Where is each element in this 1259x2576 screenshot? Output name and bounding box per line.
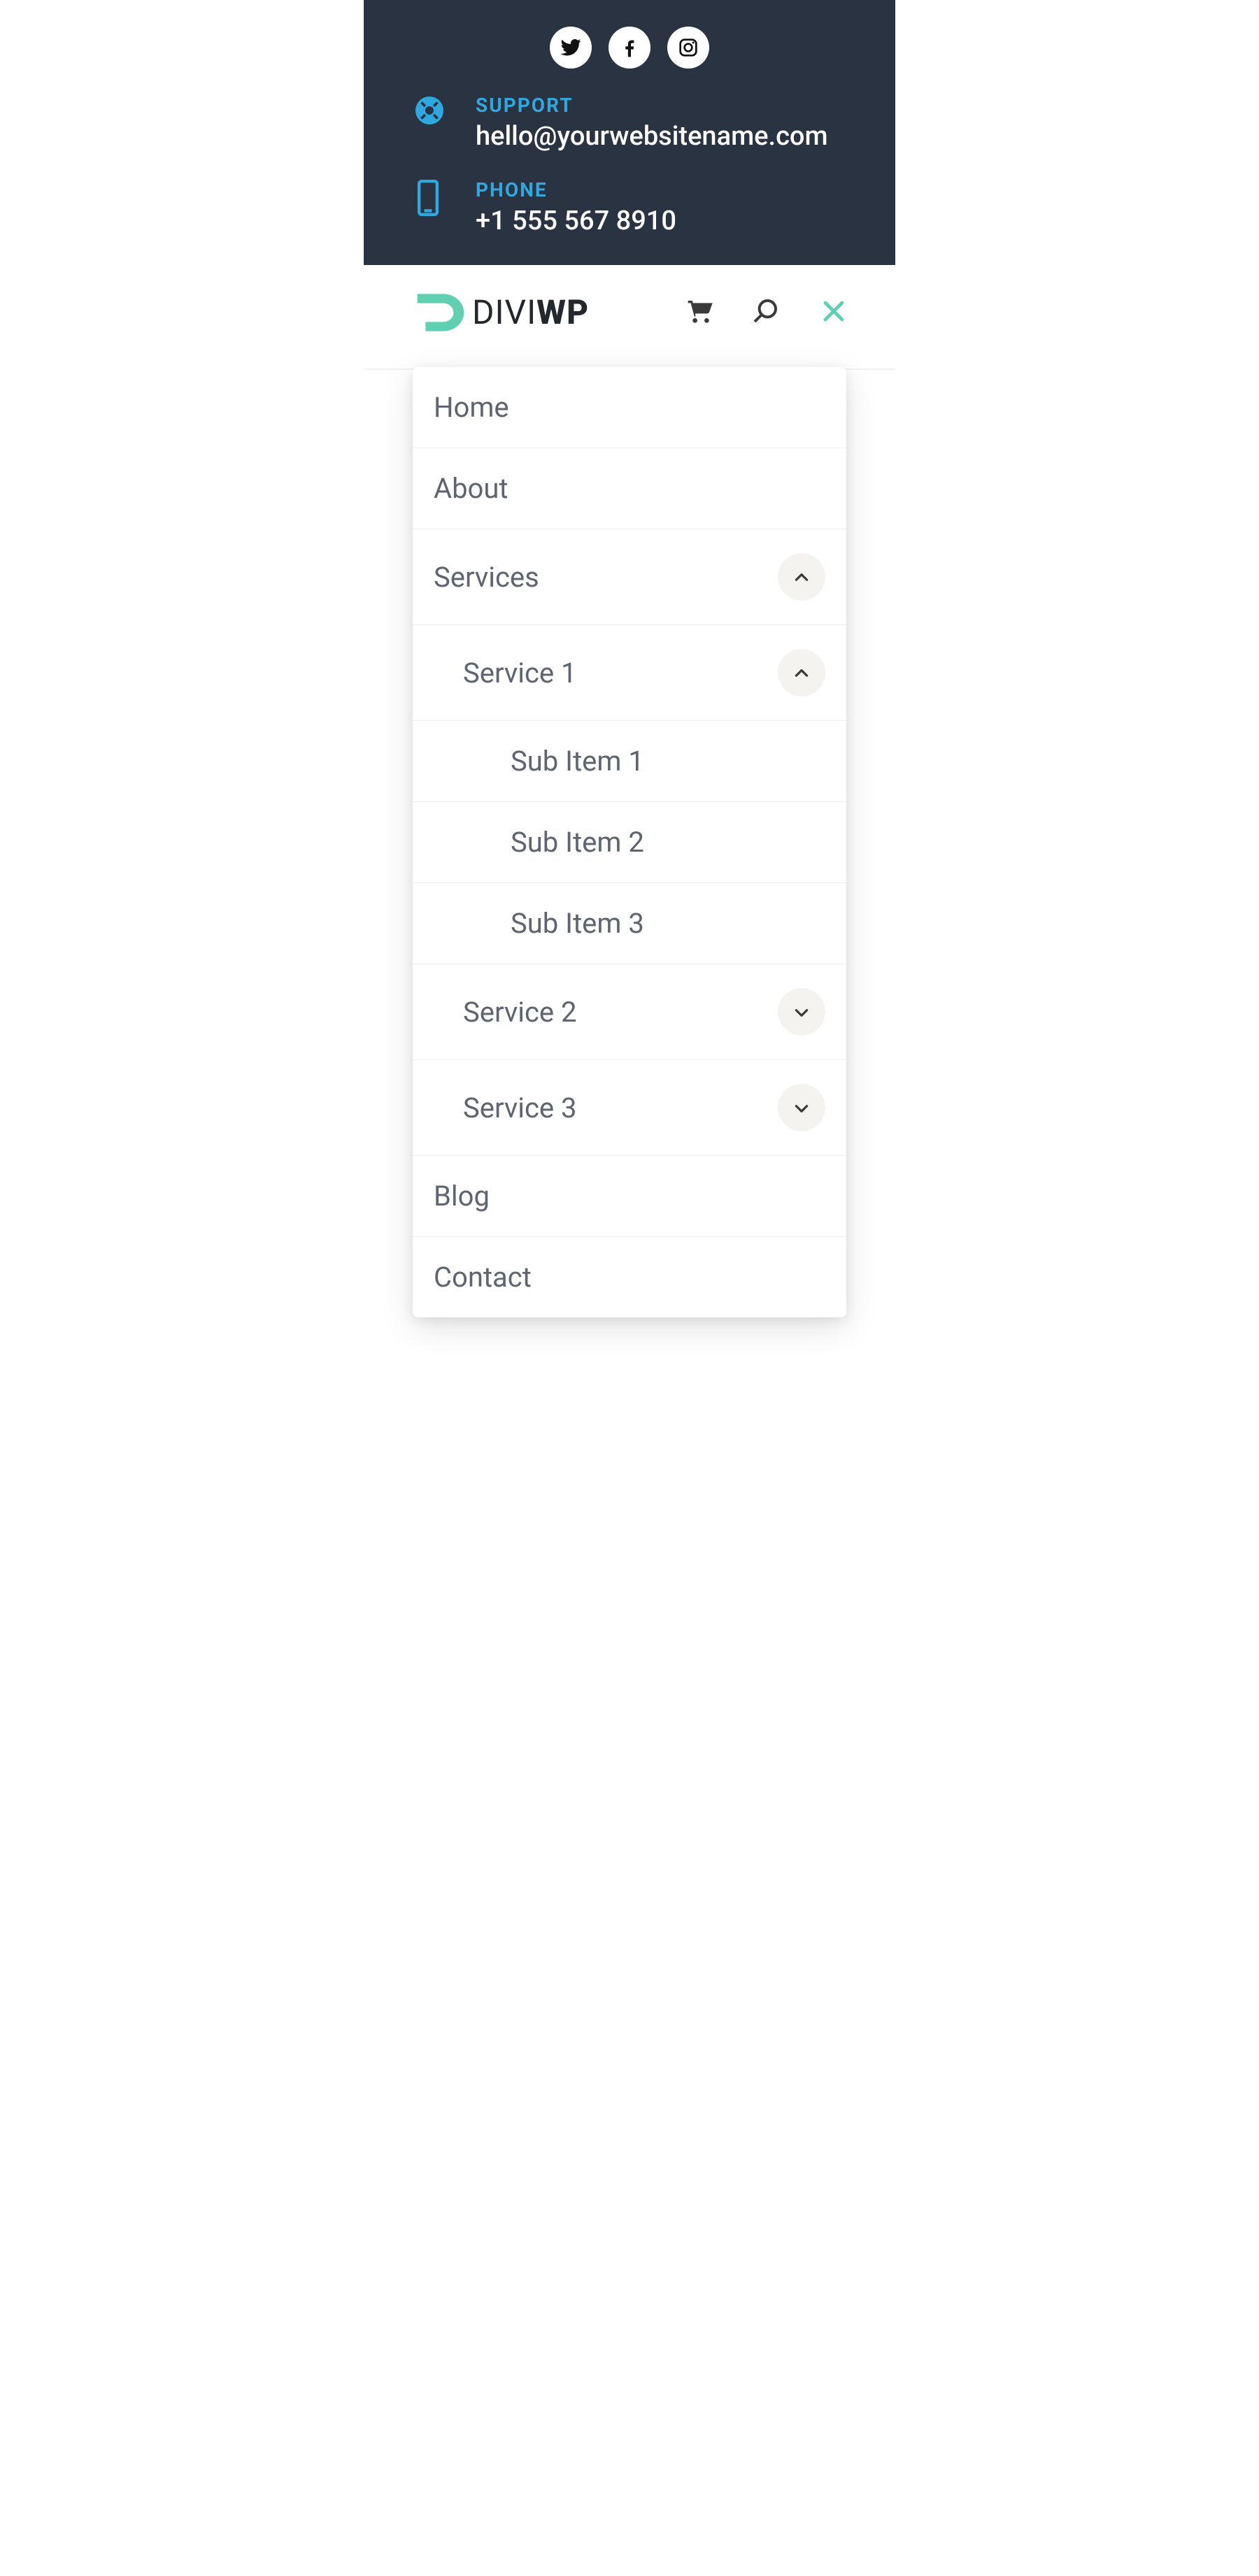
menu-item-home[interactable]: Home <box>413 367 846 448</box>
close-icon <box>821 299 846 327</box>
expand-toggle[interactable] <box>778 988 825 1036</box>
menu-item-label: Service 3 <box>463 1092 577 1124</box>
phone-label: PHONE <box>476 178 846 206</box>
phone-number[interactable]: +1 555 567 8910 <box>476 206 846 238</box>
chevron-down-icon <box>792 996 811 1029</box>
page-body <box>364 1317 895 2576</box>
menu-item-contact[interactable]: Contact <box>413 1237 846 1317</box>
social-links <box>550 22 709 69</box>
menu-item-label: Service 1 <box>463 657 577 689</box>
menu-close-button[interactable] <box>816 299 846 327</box>
lifebuoy-icon <box>413 94 476 127</box>
cart-button[interactable] <box>687 297 715 328</box>
collapse-toggle[interactable] <box>778 553 825 601</box>
phone-icon <box>413 178 476 217</box>
facebook-link[interactable] <box>609 27 650 69</box>
expand-toggle[interactable] <box>778 1084 825 1131</box>
nav-bar: DIVIWP <box>364 265 895 370</box>
menu-item-sub-2[interactable]: Sub Item 2 <box>413 802 846 883</box>
menu-item-service-1[interactable]: Service 1 <box>413 625 846 721</box>
menu-item-service-2[interactable]: Service 2 <box>413 964 846 1060</box>
menu-item-services[interactable]: Services <box>413 529 846 625</box>
facebook-icon <box>618 36 641 59</box>
menu-item-sub-1[interactable]: Sub Item 1 <box>413 721 846 802</box>
logo-text: DIVIWP <box>472 296 589 329</box>
logo[interactable]: DIVIWP <box>413 285 589 341</box>
support-label: SUPPORT <box>476 94 846 121</box>
cart-icon <box>687 297 715 328</box>
chevron-down-icon <box>792 1092 811 1124</box>
menu-item-service-3[interactable]: Service 3 <box>413 1060 846 1156</box>
mobile-menu: Home About Services Service 1 <box>413 367 846 1317</box>
instagram-icon <box>677 36 699 59</box>
chevron-up-icon <box>792 657 811 689</box>
twitter-link[interactable] <box>550 27 592 69</box>
menu-item-blog[interactable]: Blog <box>413 1156 846 1237</box>
top-bar: SUPPORT hello@yourwebsitename.com PHONE … <box>364 0 895 265</box>
support-email[interactable]: hello@yourwebsitename.com <box>476 121 846 153</box>
menu-item-sub-3[interactable]: Sub Item 3 <box>413 883 846 964</box>
chevron-up-icon <box>792 561 811 594</box>
collapse-toggle[interactable] <box>778 649 825 696</box>
menu-item-label: Services <box>434 561 539 594</box>
instagram-link[interactable] <box>667 27 709 69</box>
menu-item-about[interactable]: About <box>413 448 846 529</box>
logo-mark-icon <box>413 285 469 341</box>
support-block: SUPPORT hello@yourwebsitename.com <box>413 88 846 153</box>
phone-block: PHONE +1 555 567 8910 <box>413 173 846 238</box>
search-button[interactable] <box>751 297 779 328</box>
twitter-icon <box>560 36 582 59</box>
menu-item-label: Service 2 <box>463 996 577 1029</box>
search-icon <box>751 297 779 328</box>
